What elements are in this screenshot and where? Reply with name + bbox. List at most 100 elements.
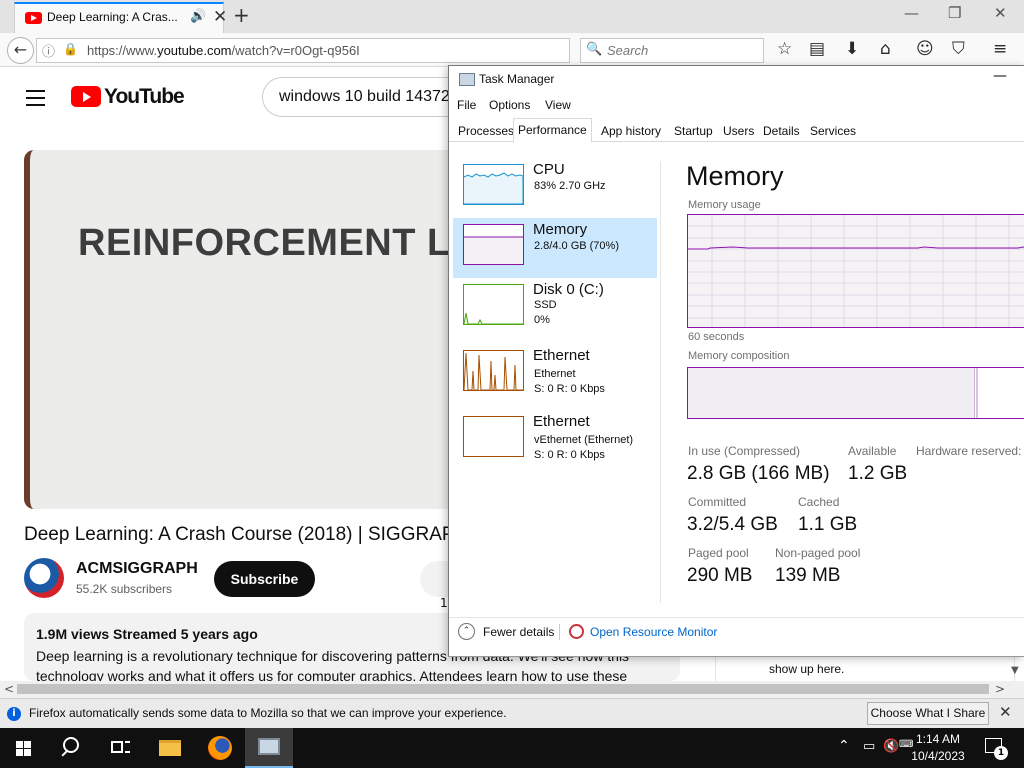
clock-time[interactable]: 1:14 AM xyxy=(913,732,963,746)
feedback-icon[interactable]: ☺ xyxy=(916,39,934,59)
video-frame-text: REINFORCEMENT LE xyxy=(78,222,450,264)
network-icon[interactable]: ▭ xyxy=(863,739,875,754)
clock-date[interactable]: 10/4/2023 xyxy=(907,749,969,763)
back-arrow-icon[interactable]: ← xyxy=(7,37,34,64)
search-icon[interactable] xyxy=(48,728,96,768)
url-bar[interactable]: ⓘ 🔒 https://www.youtube.com/watch?v=r0Og… xyxy=(36,38,594,63)
volume-muted-icon[interactable]: 🔇 xyxy=(883,739,899,754)
memory-composition-label: Memory composition xyxy=(688,350,790,362)
task-manager-titlebar[interactable]: Task Manager — xyxy=(449,66,1024,94)
panel-divider xyxy=(660,161,661,603)
scroll-down-icon[interactable]: ▼ xyxy=(1011,665,1019,676)
task-manager-taskbar-icon[interactable] xyxy=(245,728,293,768)
tab-details[interactable]: Details xyxy=(759,122,804,142)
action-center-icon[interactable]: 1 xyxy=(985,738,1008,760)
resource-detail: 83% 2.70 GHz xyxy=(534,180,606,192)
non-paged-pool-label: Non-paged pool xyxy=(775,546,861,560)
library-icon[interactable]: ▤ xyxy=(809,39,825,59)
info-icon: i xyxy=(7,707,21,721)
subscribe-button[interactable]: Subscribe xyxy=(214,561,315,597)
lock-icon[interactable]: 🔒 xyxy=(63,42,78,56)
resource-name: Memory xyxy=(533,221,588,238)
footer-divider xyxy=(559,624,560,640)
menu-options[interactable]: Options xyxy=(489,98,530,112)
window-restore-icon[interactable]: ❐ xyxy=(948,4,961,22)
like-button[interactable] xyxy=(420,561,450,597)
resource-detail: Ethernet xyxy=(534,368,576,380)
resource-name: Ethernet xyxy=(533,347,590,364)
tab-startup[interactable]: Startup xyxy=(670,122,717,142)
tab-close-icon[interactable]: ✕ xyxy=(213,7,227,27)
graph-time-label: 60 seconds xyxy=(688,331,745,343)
channel-name[interactable]: ACMSIGGRAPH xyxy=(76,560,198,578)
start-button[interactable] xyxy=(0,728,48,768)
hardware-reserved-label: Hardware reserved: xyxy=(916,444,1022,458)
in-use-segment xyxy=(688,368,975,418)
tab-services[interactable]: Services xyxy=(806,122,860,142)
resource-disk[interactable]: Disk 0 (C:) SSD 0% xyxy=(453,278,657,338)
task-view-icon[interactable] xyxy=(96,728,144,768)
resource-name: Ethernet xyxy=(533,413,590,430)
scroll-right-icon[interactable]: > xyxy=(995,682,1005,696)
scrollbar-thumb[interactable] xyxy=(17,684,989,694)
tab-strip: Deep Learning: A Cras... 🔊 ✕ + — ❐ ✕ xyxy=(0,0,1024,33)
resource-cpu[interactable]: CPU 83% 2.70 GHz xyxy=(453,158,657,218)
modified-segment xyxy=(976,368,978,418)
ethernet-sparkline-icon xyxy=(463,350,524,391)
window-close-icon[interactable]: ✕ xyxy=(994,4,1007,22)
channel-avatar[interactable] xyxy=(24,558,64,598)
window-minimize-icon[interactable]: — xyxy=(904,4,919,22)
youtube-menu-icon[interactable] xyxy=(26,90,45,111)
hamburger-menu-icon[interactable]: ≡ xyxy=(993,39,1007,59)
available-label: Available xyxy=(848,444,897,458)
youtube-wordmark[interactable]: YouTube xyxy=(104,85,185,109)
new-tab-icon[interactable]: + xyxy=(233,3,250,27)
youtube-logo-icon[interactable] xyxy=(71,86,101,107)
firefox-icon[interactable] xyxy=(196,728,244,768)
speaker-icon[interactable]: 🔊 xyxy=(190,9,206,24)
notification-close-icon[interactable]: ✕ xyxy=(999,703,1012,721)
resource-name: Disk 0 (C:) xyxy=(533,281,604,298)
choose-what-i-share-button[interactable]: Choose What I Share xyxy=(867,702,989,725)
file-explorer-icon[interactable] xyxy=(146,728,194,768)
video-player[interactable]: REINFORCEMENT LE xyxy=(24,150,450,509)
resource-memory[interactable]: Memory 2.8/4.0 GB (70%) xyxy=(453,218,657,278)
youtube-search-input[interactable]: windows 10 build 14372 xyxy=(262,77,462,117)
url-text[interactable]: https://www.youtube.com/watch?v=r0Ogt-q9… xyxy=(87,43,360,58)
resource-monitor-icon[interactable] xyxy=(569,624,584,639)
tab-processes[interactable]: Processes xyxy=(454,122,518,142)
tray-chevron-icon[interactable]: ⌃ xyxy=(838,738,850,754)
in-use-value: 2.8 GB (166 MB) xyxy=(687,463,830,484)
browser-tab-youtube[interactable]: Deep Learning: A Cras... 🔊 ✕ xyxy=(14,2,227,33)
panel-title: Memory xyxy=(686,161,784,191)
paged-pool-label: Paged pool xyxy=(688,546,749,560)
resource-vethernet[interactable]: Ethernet vEthernet (Ethernet) S: 0 R: 0 … xyxy=(453,410,657,470)
search-bar[interactable]: 🔍 Search xyxy=(580,38,764,63)
resource-detail: SSD xyxy=(534,299,557,311)
downloads-icon[interactable]: ⬇ xyxy=(845,39,859,59)
scroll-left-icon[interactable]: < xyxy=(4,682,14,696)
fewer-details-link[interactable]: Fewer details xyxy=(483,625,554,639)
tab-performance[interactable]: Performance xyxy=(513,118,592,143)
task-manager-title: Task Manager xyxy=(479,72,555,86)
taskbar: ⌃ ▭ 🔇 ⌨ 1:14 AM 10/4/2023 1 xyxy=(0,728,1024,768)
open-resource-monitor-link[interactable]: Open Resource Monitor xyxy=(590,625,717,639)
horizontal-scrollbar[interactable]: < > xyxy=(0,681,1024,698)
search-placeholder: Search xyxy=(607,43,649,58)
window-minimize-icon[interactable]: — xyxy=(993,68,1007,84)
tab-users[interactable]: Users xyxy=(719,122,758,142)
chevron-up-icon[interactable]: ⌃ xyxy=(458,623,475,640)
home-icon[interactable]: ⌂ xyxy=(880,39,891,59)
info-icon[interactable]: ⓘ xyxy=(42,41,55,60)
resource-detail: vEthernet (Ethernet) xyxy=(534,434,634,446)
youtube-search-query: windows 10 build 14372 xyxy=(279,88,450,105)
resource-name: CPU xyxy=(533,161,565,178)
resource-ethernet[interactable]: Ethernet Ethernet S: 0 R: 0 Kbps xyxy=(453,344,657,404)
task-manager-window: Task Manager — File Options View Process… xyxy=(448,65,1024,657)
menu-file[interactable]: File xyxy=(457,98,476,112)
menu-view[interactable]: View xyxy=(545,98,571,112)
resource-detail-2: 0% xyxy=(534,314,550,326)
tab-app-history[interactable]: App history xyxy=(597,122,665,142)
pocket-icon[interactable]: ⛉ xyxy=(952,39,965,59)
bookmark-star-icon[interactable]: ☆ xyxy=(777,39,792,59)
